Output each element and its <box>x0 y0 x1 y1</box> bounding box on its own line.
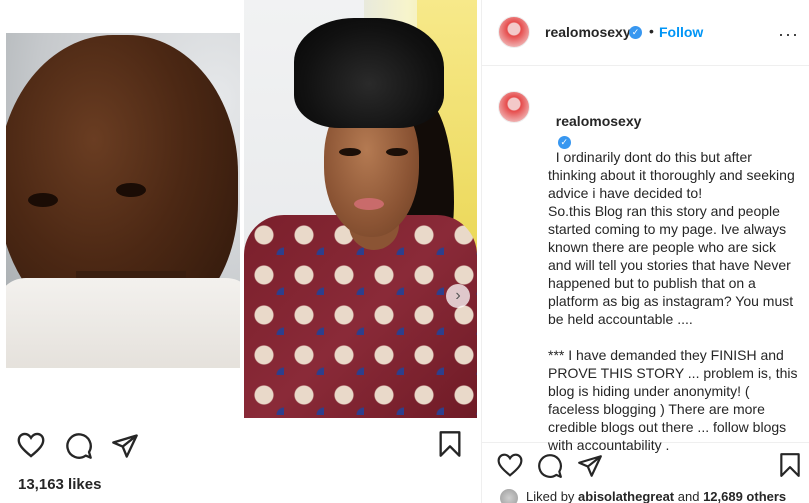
caption-avatar[interactable] <box>498 91 530 123</box>
avatar[interactable] <box>498 16 530 48</box>
likes-count[interactable]: 13,163 likes <box>18 476 101 493</box>
header-username[interactable]: realomosexy <box>545 24 631 40</box>
post-image-left <box>6 33 240 368</box>
heart-icon[interactable] <box>17 432 45 458</box>
comment-icon[interactable] <box>65 432 93 460</box>
liked-by-user[interactable]: abisolathegreat <box>578 489 674 503</box>
post-media[interactable]: › <box>0 0 480 418</box>
caption-username[interactable]: realomosexy <box>556 113 642 129</box>
follow-separator: • <box>649 23 654 39</box>
liked-by-others[interactable]: 12,689 others <box>703 489 786 503</box>
panel-share-icon[interactable] <box>577 454 603 478</box>
caption-verified-icon: ✓ <box>557 136 571 149</box>
post-header <box>482 0 809 66</box>
post-caption: realomosexy ✓ I ordinarily dont do this … <box>548 94 798 454</box>
share-icon[interactable] <box>111 433 139 459</box>
caption-text: I ordinarily dont do this but after thin… <box>548 149 798 453</box>
verified-icon: ✓ <box>629 26 642 39</box>
more-icon[interactable]: ··· <box>778 24 799 45</box>
follow-button[interactable]: Follow <box>659 24 703 40</box>
bookmark-icon[interactable] <box>438 430 462 458</box>
panel-comment-icon[interactable] <box>537 453 563 479</box>
liked-by-avatar[interactable] <box>500 489 518 503</box>
liked-by: Liked by abisolathegreat and 12,689 othe… <box>526 489 787 503</box>
post-image-right <box>244 0 477 418</box>
panel-heart-icon[interactable] <box>497 453 523 477</box>
carousel-next-icon[interactable]: › <box>446 284 470 308</box>
panel-bookmark-icon[interactable] <box>779 452 801 478</box>
